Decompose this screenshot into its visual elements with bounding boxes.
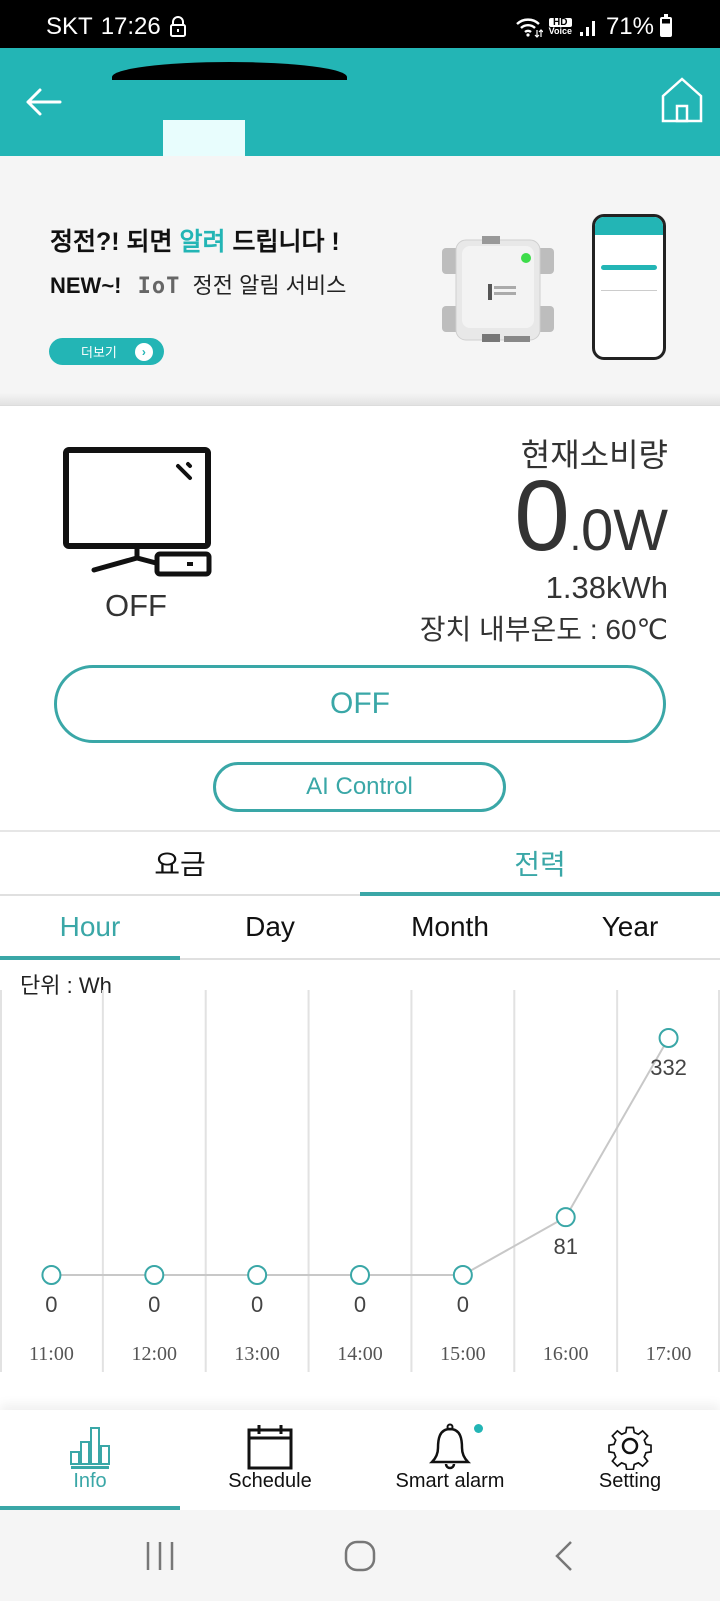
data-point — [350, 1265, 370, 1285]
home-icon[interactable] — [660, 76, 704, 124]
data-point — [144, 1265, 165, 1285]
bell-icon — [428, 1423, 472, 1470]
x-tick-label: 14:00 — [337, 1343, 383, 1365]
lock-icon — [169, 16, 186, 37]
hd-voice-icon: HD Voice — [548, 17, 572, 36]
notification-badge — [474, 1424, 483, 1433]
data-point — [658, 1028, 679, 1048]
x-tick-label: 17:00 — [646, 1343, 692, 1365]
device-state: OFF — [105, 588, 167, 623]
data-point — [452, 1265, 473, 1285]
back-arrow-icon[interactable] — [24, 84, 64, 120]
app-header — [0, 48, 720, 156]
banner-subtitle: NEW~! IoT 정전 알림 서비스 — [50, 273, 347, 299]
data-point — [41, 1265, 62, 1285]
data-label: 332 — [650, 1055, 687, 1080]
banner-title: 정전?! 되면 알려 드립니다 ! — [50, 228, 340, 256]
x-tick-label: 11:00 — [29, 1343, 74, 1365]
chevron-right-icon: › — [134, 342, 153, 361]
bottom-nav: Info Schedule Smart alarm Setting — [0, 1410, 720, 1510]
tv-icon — [63, 447, 212, 577]
x-tick-label: 15:00 — [440, 1343, 486, 1365]
system-nav-bar — [0, 1510, 720, 1601]
home-circle-icon[interactable] — [340, 1538, 380, 1574]
carrier-label: SKT — [46, 13, 93, 40]
data-label: 0 — [251, 1292, 263, 1317]
gear-icon — [608, 1426, 652, 1470]
clock: 17:26 — [100, 13, 161, 40]
data-label: 81 — [553, 1234, 577, 1259]
app-screen: SKT 17:26 HD Voice 71% 정전?! 되면 알려 드립니다 !… — [0, 0, 720, 1601]
data-label: 0 — [354, 1292, 366, 1317]
redacted-block — [163, 120, 245, 156]
tab-hour[interactable]: Hour — [0, 896, 180, 960]
x-tick-label: 13:00 — [234, 1343, 280, 1365]
back-chevron-icon[interactable] — [545, 1538, 585, 1574]
nav-info[interactable]: Info — [0, 1410, 180, 1510]
data-point — [555, 1207, 576, 1228]
power-toggle-button[interactable]: OFF — [54, 665, 666, 743]
x-tick-label: 16:00 — [543, 1343, 589, 1365]
promo-banner[interactable]: 정전?! 되면 알려 드립니다 ! NEW~! IoT 정전 알림 서비스 더보… — [0, 156, 720, 406]
data-label: 0 — [45, 1292, 57, 1317]
data-label: 0 — [457, 1292, 469, 1317]
ai-control-button[interactable]: AI Control — [213, 762, 506, 812]
app-preview-image — [592, 214, 666, 360]
battery-icon — [660, 14, 672, 37]
hourly-power-chart: 0 11:00 0 12:00 0 13:00 0 14:00 0 15:00 81 16:00 332… — [0, 990, 720, 1372]
cumulative-energy: 1.38kWh — [545, 570, 668, 605]
x-tick-label: 12:00 — [132, 1343, 178, 1365]
nav-setting[interactable]: Setting — [540, 1410, 720, 1510]
data-point — [247, 1265, 268, 1285]
power-sensor-device-image — [442, 236, 554, 342]
current-usage-value: 0.0W — [514, 460, 668, 572]
wifi-icon — [515, 18, 543, 38]
metric-tabs: 요금 전력 — [0, 830, 720, 896]
tab-day[interactable]: Day — [180, 896, 360, 958]
tab-year[interactable]: Year — [540, 896, 720, 958]
tab-month[interactable]: Month — [360, 896, 540, 958]
battery-percent: 71% — [605, 13, 654, 40]
status-bar: SKT 17:26 HD Voice 71% — [0, 0, 720, 48]
iot-logo: IoT — [137, 274, 181, 299]
nav-smart-alarm[interactable]: Smart alarm — [360, 1410, 540, 1510]
recent-apps-icon[interactable] — [140, 1538, 180, 1574]
tab-power[interactable]: 전력 — [360, 832, 720, 896]
data-label: 0 — [148, 1292, 160, 1317]
internal-temperature: 장치 내부온도 : 60℃ — [419, 614, 668, 645]
banner-highlight: 알려 — [179, 228, 226, 256]
tab-fee[interactable]: 요금 — [0, 832, 360, 894]
signal-icon — [579, 21, 595, 36]
redacted-title — [112, 62, 347, 80]
bar-chart-icon — [70, 1427, 110, 1469]
more-button[interactable]: 더보기 › — [49, 338, 164, 365]
nav-schedule[interactable]: Schedule — [180, 1410, 360, 1510]
period-tabs: Hour Day Month Year — [0, 896, 720, 960]
calendar-icon — [247, 1425, 293, 1470]
